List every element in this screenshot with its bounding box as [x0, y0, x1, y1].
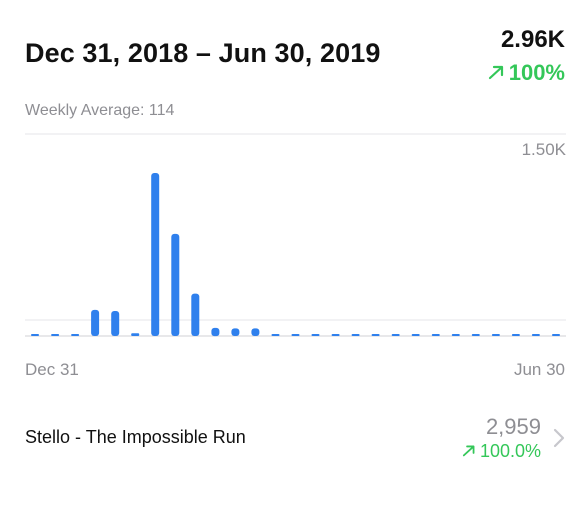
app-change-value: 100.0% [479, 441, 541, 461]
bar-chart: 1.50K [25, 133, 567, 337]
bar-week-8 [171, 233, 180, 336]
bar-week-11 [231, 328, 240, 336]
bar-week-16 [331, 334, 340, 336]
x-axis-start-label: Dec 31 [25, 360, 79, 379]
bar-week-19 [391, 334, 400, 336]
chevron-right-icon[interactable] [553, 428, 565, 453]
bar-week-17 [351, 334, 360, 336]
bar-week-5 [111, 311, 120, 336]
bar-week-25 [511, 334, 520, 336]
bar-week-10 [211, 327, 220, 337]
app-name: Stello - The Impossible Run [25, 427, 246, 447]
app-change-badge: 100.0% [462, 441, 541, 462]
trend-up-arrow-icon [462, 441, 477, 462]
bar-week-2 [51, 334, 60, 336]
bar-week-6 [131, 333, 140, 336]
bar-week-24 [491, 334, 500, 336]
app-value: 2,959 [485, 414, 541, 439]
bar-week-18 [371, 334, 380, 336]
bar-week-4 [91, 309, 100, 336]
bar-week-7 [151, 173, 160, 336]
bars-group [31, 173, 560, 337]
bar-week-14 [291, 334, 300, 336]
bar-week-15 [311, 334, 320, 336]
y-tick-top: 1.50K [522, 140, 567, 159]
bar-week-12 [251, 328, 260, 336]
bar-week-23 [471, 334, 480, 336]
bar-week-21 [431, 334, 440, 336]
bar-week-3 [71, 334, 80, 336]
bar-week-1 [31, 334, 39, 336]
bar-week-13 [271, 334, 280, 336]
bar-week-26 [531, 334, 540, 336]
bar-week-9 [191, 293, 200, 336]
bar-week-27 [552, 334, 560, 336]
bar-week-20 [411, 334, 420, 336]
bar-week-22 [451, 334, 460, 336]
x-axis-end-label: Jun 30 [513, 360, 565, 379]
